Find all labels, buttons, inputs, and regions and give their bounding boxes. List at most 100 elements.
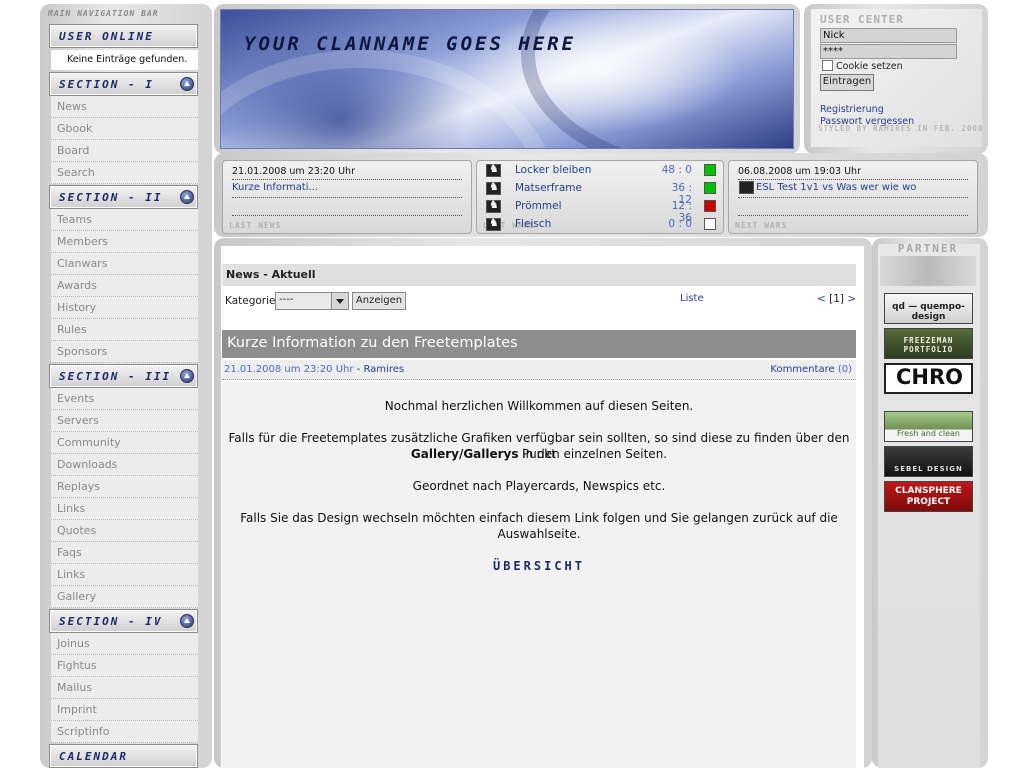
divider bbox=[232, 179, 462, 180]
last-news-box: 21.01.2008 um 23:20 Uhr Kurze Informati.… bbox=[222, 160, 472, 234]
nav-item-events[interactable]: Events bbox=[51, 388, 198, 410]
game-icon bbox=[486, 198, 501, 213]
header-banner bbox=[220, 9, 794, 149]
partner-banner-chro[interactable]: CHRO bbox=[884, 363, 973, 394]
online-users-text: Keine Einträge gefunden. bbox=[51, 50, 198, 70]
divider bbox=[232, 197, 462, 198]
nav-item-fightus[interactable]: Fightus bbox=[51, 655, 198, 677]
war-opponent[interactable]: Locker bleiben bbox=[515, 164, 591, 176]
login-button[interactable]: Eintragen bbox=[820, 74, 874, 91]
last-news-label: LAST NEWS bbox=[229, 221, 282, 230]
list-link[interactable]: Liste bbox=[680, 293, 704, 304]
war-row[interactable]: Matserframe 36 : 12 bbox=[486, 180, 718, 206]
article-body: Nochmal herzlichen Willkommen auf diesen… bbox=[222, 382, 856, 768]
partner-banner-clansphere[interactable]: CLANSPHERE PROJECT bbox=[884, 481, 973, 512]
nav-item-clanwars[interactable]: Clanwars bbox=[51, 253, 198, 275]
user-online-button[interactable]: USER ONLINE bbox=[49, 24, 198, 48]
comments-count: (0) bbox=[837, 364, 852, 375]
current-page: [1] bbox=[829, 293, 845, 305]
collapse-arrow-icon[interactable] bbox=[180, 369, 194, 383]
nick-input[interactable]: Nick bbox=[820, 28, 957, 43]
article-date: 21.01.2008 um 23:20 Uhr bbox=[224, 364, 354, 375]
nav-item-teams[interactable]: Teams bbox=[51, 209, 198, 231]
user-online-label: USER ONLINE bbox=[59, 30, 154, 43]
war-opponent[interactable]: Prömmel bbox=[515, 200, 562, 212]
section-4-header[interactable]: SECTION - IV bbox=[49, 609, 198, 633]
next-page-link[interactable]: > bbox=[847, 293, 856, 305]
war-opponent[interactable]: Matserframe bbox=[515, 182, 582, 194]
partner-banner-freezeman[interactable]: FREEZEMAN PORTFOLIO bbox=[884, 328, 973, 359]
comments-label: Kommentare bbox=[770, 364, 835, 375]
collapse-arrow-icon[interactable] bbox=[180, 614, 194, 628]
section-3-header[interactable]: SECTION - III bbox=[49, 364, 198, 388]
next-wars-box: 06.08.2008 um 19:03 Uhr ESL Test 1v1 vs … bbox=[728, 160, 978, 234]
chevron-down-icon bbox=[336, 299, 344, 304]
nav-item-search[interactable]: Search bbox=[51, 162, 198, 184]
calendar-label: CALENDAR bbox=[59, 750, 128, 763]
section-2-header[interactable]: SECTION - II bbox=[49, 185, 198, 209]
war-opponent[interactable]: Fleisch bbox=[515, 218, 551, 230]
next-wars-label: NEXT WARS bbox=[735, 221, 788, 230]
cookie-checkbox[interactable] bbox=[822, 60, 833, 71]
partner-banner-freshclean[interactable]: Fresh and clean bbox=[884, 411, 973, 442]
article-paragraph: Falls Sie das Design wechseln möchten ei… bbox=[240, 511, 838, 525]
partner-banner-text: SEBEL DESIGN bbox=[894, 465, 963, 473]
category-value: ---- bbox=[279, 294, 294, 305]
last-news-link[interactable]: Kurze Informati... bbox=[232, 182, 318, 193]
article-paragraph: Nochmal herzlichen Willkommen auf diesen… bbox=[384, 399, 694, 413]
partner-banner-sebel[interactable]: SEBEL DESIGN bbox=[884, 446, 973, 477]
nav-item-gallery[interactable]: Gallery bbox=[51, 586, 198, 608]
register-link[interactable]: Registrierung bbox=[820, 104, 884, 115]
gallery-reference: Gallery/Gallerys bbox=[410, 447, 519, 461]
calendar-header[interactable]: CALENDAR bbox=[49, 744, 198, 768]
category-select[interactable]: ---- bbox=[275, 292, 349, 310]
overview-link[interactable]: ÜBERSICHT bbox=[222, 558, 856, 574]
article-author[interactable]: Ramires bbox=[363, 364, 404, 375]
nav-item-downloads[interactable]: Downloads bbox=[51, 454, 198, 476]
nav-item-rules[interactable]: Rules bbox=[51, 319, 198, 341]
nav-item-sponsors[interactable]: Sponsors bbox=[51, 341, 198, 363]
nav-item-board[interactable]: Board bbox=[51, 140, 198, 162]
nav-item-history[interactable]: History bbox=[51, 297, 198, 319]
password-input[interactable]: **** bbox=[820, 44, 957, 59]
war-row[interactable]: Prömmel 12 : 36 bbox=[486, 198, 718, 224]
win-status-icon bbox=[704, 164, 716, 176]
clan-name: YOUR CLANNAME GOES HERE bbox=[244, 33, 577, 55]
prev-page-link[interactable]: < bbox=[817, 293, 826, 305]
war-row[interactable]: Locker bleiben 48 : 0 bbox=[486, 162, 718, 179]
partner-title: PARTNER bbox=[897, 242, 959, 255]
collapse-arrow-icon[interactable] bbox=[180, 77, 194, 91]
partner-banner-text: qd — quempo-design bbox=[892, 302, 965, 322]
comments-link[interactable]: Kommentare (0) bbox=[770, 364, 852, 375]
user-center-title: USER CENTER bbox=[820, 13, 904, 26]
nav-item-news[interactable]: News bbox=[51, 96, 198, 118]
nav-item-awards[interactable]: Awards bbox=[51, 275, 198, 297]
nav-item-faqs[interactable]: Faqs bbox=[51, 542, 198, 564]
nav-item-links-2[interactable]: Links bbox=[51, 564, 198, 586]
show-button[interactable]: Anzeigen bbox=[352, 292, 406, 310]
nav-item-mailus[interactable]: Mailus bbox=[51, 677, 198, 699]
article-title: Kurze Information zu den Freetemplates bbox=[222, 330, 856, 358]
collapse-arrow-icon[interactable] bbox=[180, 190, 194, 204]
partner-banner-text: FREEZEMAN PORTFOLIO bbox=[903, 336, 954, 354]
loss-status-icon bbox=[704, 200, 716, 212]
next-war-link[interactable]: ESL Test 1v1 vs Was wer wie wo bbox=[756, 182, 916, 193]
section-1-header[interactable]: SECTION - I bbox=[49, 72, 198, 96]
section-label: SECTION - II bbox=[59, 191, 163, 204]
partner-banner-quempo[interactable]: qd — quempo-design bbox=[884, 293, 973, 324]
nav-item-imprint[interactable]: Imprint bbox=[51, 699, 198, 721]
nav-item-scriptinfo[interactable]: Scriptinfo bbox=[51, 721, 198, 743]
nav-item-links[interactable]: Links bbox=[51, 498, 198, 520]
war-score: 0 : 0 bbox=[668, 218, 692, 230]
nav-item-replays[interactable]: Replays bbox=[51, 476, 198, 498]
nav-item-joinus[interactable]: Joinus bbox=[51, 633, 198, 655]
cookie-label: Cookie setzen bbox=[836, 61, 903, 72]
nav-title: MAIN NAVIGATION BAR bbox=[48, 9, 159, 18]
nav-item-servers[interactable]: Servers bbox=[51, 410, 198, 432]
news-heading: News - Aktuell bbox=[222, 264, 856, 286]
nav-item-quotes[interactable]: Quotes bbox=[51, 520, 198, 542]
nav-item-gbook[interactable]: Gbook bbox=[51, 118, 198, 140]
nav-item-members[interactable]: Members bbox=[51, 231, 198, 253]
war-row[interactable]: Fleisch 0 : 0 bbox=[486, 216, 718, 233]
nav-item-community[interactable]: Community bbox=[51, 432, 198, 454]
